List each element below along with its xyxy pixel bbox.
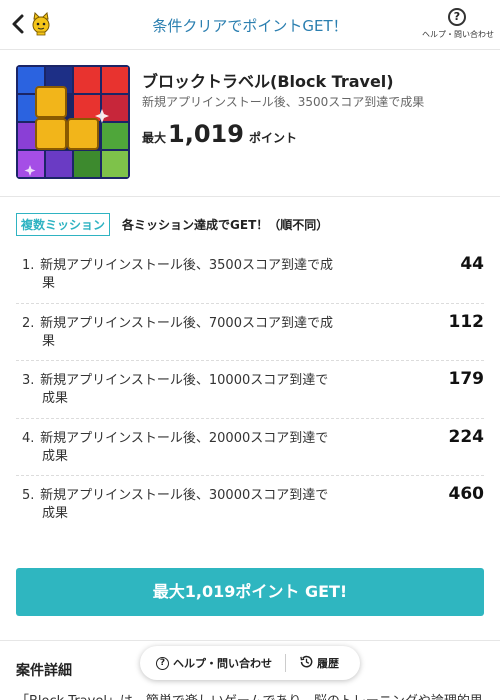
mission-item: 1. 新規アプリインストール後、3500スコア到達で成 果 44	[16, 246, 484, 304]
mission-line1: 新規アプリインストール後、7000スコア到達で成	[40, 315, 333, 331]
missions-note: 各ミッション達成でGET！（順不同）	[122, 218, 329, 232]
app-info: ブロックトラベル(Block Travel) 新規アプリインストール後、3500…	[0, 50, 500, 197]
mission-text: 1. 新規アプリインストール後、3500スコア到達で成 果	[22, 257, 352, 293]
mission-points: 460	[448, 484, 485, 504]
get-points-button[interactable]: 最大1,019ポイント GET!	[16, 568, 484, 616]
mission-text: 4. 新規アプリインストール後、20000スコア到達で 成果	[22, 430, 352, 466]
help-button[interactable]: ? ヘルプ・問い合わせ	[422, 8, 494, 40]
mission-item: 2. 新規アプリインストール後、7000スコア到達で成 果 112	[16, 304, 485, 361]
floating-action-bar: ? ヘルプ・問い合わせ 履歴	[140, 646, 360, 680]
mission-points: 112	[448, 311, 485, 332]
mission-index: 2.	[22, 315, 35, 331]
mission-index: 5.	[22, 488, 35, 503]
help-icon: ?	[448, 8, 466, 26]
mission-text: 2. 新規アプリインストール後、7000スコア到達で成 果	[22, 315, 352, 351]
separator	[285, 654, 286, 672]
multi-mission-badge: 複数ミッション	[16, 213, 111, 236]
max-points: 最大 1,019 ポイント	[142, 120, 297, 148]
divider	[0, 640, 500, 641]
floating-help-button[interactable]: ? ヘルプ・問い合わせ	[140, 655, 285, 671]
history-label: 履歴	[317, 657, 339, 670]
mission-index: 3.	[22, 373, 35, 388]
max-points-unit: ポイント	[248, 131, 297, 145]
mission-list: 1. 新規アプリインストール後、3500スコア到達で成 果 44 2. 新規アプ…	[16, 246, 484, 534]
app-name: ブロックトラベル(Block Travel)	[142, 72, 394, 91]
mission-line1: 新規アプリインストール後、3500スコア到達で成	[40, 258, 333, 273]
history-icon	[300, 655, 313, 671]
mission-points: 179	[448, 369, 485, 389]
mission-line2: 果	[42, 276, 56, 291]
top-bar: 条件クリアでポイントGET！ ? ヘルプ・問い合わせ	[0, 0, 500, 50]
details-body: 「Block Travel」は、簡単で楽しいゲームであり、脳のトレーニングや論理…	[16, 690, 486, 700]
mission-index: 4.	[22, 430, 35, 446]
mission-item: 5. 新規アプリインストール後、30000スコア到達で 成果 460	[16, 476, 484, 534]
mission-item: 3. 新規アプリインストール後、10000スコア到達で 成果 179	[16, 361, 484, 419]
missions-header: 複数ミッション 各ミッション達成でGET！（順不同）	[16, 213, 328, 236]
mission-line1: 新規アプリインストール後、30000スコア到達で	[40, 488, 329, 503]
mission-points: 44	[460, 254, 484, 274]
details-title: 案件詳細	[16, 663, 72, 679]
mission-line1: 新規アプリインストール後、20000スコア到達で	[40, 430, 329, 446]
mission-line2: 成果	[42, 391, 69, 406]
mission-line2: 果	[42, 333, 56, 349]
max-prefix: 最大	[142, 131, 167, 145]
mission-item: 4. 新規アプリインストール後、20000スコア到達で 成果 224	[16, 419, 485, 476]
mission-index: 1.	[22, 258, 35, 273]
mission-line2: 成果	[42, 506, 69, 521]
history-button[interactable]: 履歴	[300, 655, 339, 671]
app-description: 新規アプリインストール後、3500スコア到達で成果	[142, 95, 425, 109]
app-icon	[16, 65, 130, 179]
mission-text: 5. 新規アプリインストール後、30000スコア到達で 成果	[22, 487, 352, 523]
question-icon: ?	[156, 656, 169, 670]
floating-help-label: ヘルプ・問い合わせ	[173, 657, 272, 670]
mission-text: 3. 新規アプリインストール後、10000スコア到達で 成果	[22, 372, 352, 408]
max-points-value: 1,019	[168, 120, 244, 148]
mission-line2: 成果	[42, 448, 69, 464]
mission-points: 224	[448, 426, 485, 447]
mission-line1: 新規アプリインストール後、10000スコア到達で	[40, 373, 329, 388]
help-label: ヘルプ・問い合わせ	[422, 30, 494, 39]
